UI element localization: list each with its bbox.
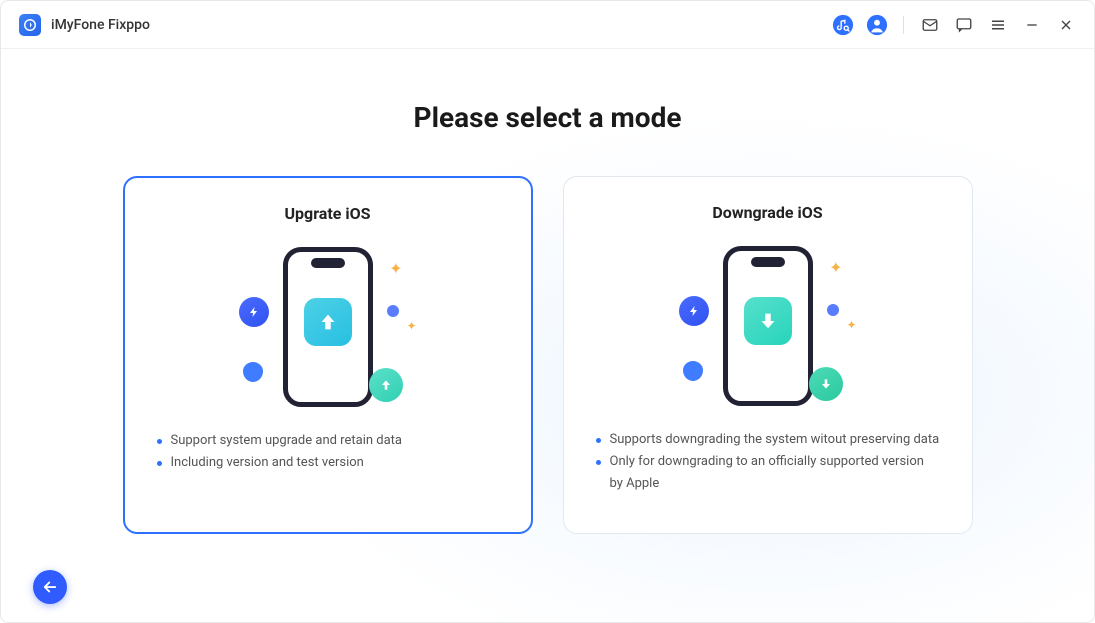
dot-icon — [827, 304, 839, 316]
minimize-button[interactable] — [1018, 11, 1046, 39]
arrow-down-icon — [744, 297, 792, 345]
dot-icon — [387, 305, 399, 317]
titlebar-actions — [829, 11, 1080, 39]
titlebar-divider — [903, 16, 904, 34]
bolt-icon — [239, 297, 269, 327]
card-title: Upgrate iOS — [285, 204, 371, 223]
main-content: Please select a mode Upgrate iOS ✦ ✦ — [1, 49, 1094, 622]
downgrade-illustration: ✦ ✦ — [673, 240, 863, 415]
sparkle-icon: ✦ — [829, 258, 842, 277]
upgrade-illustration: ✦ ✦ — [233, 241, 423, 416]
bullet-item: Supports downgrading the system witout p… — [596, 429, 940, 451]
card-title: Downgrade iOS — [712, 203, 822, 222]
card-bullets: Support system upgrade and retain data I… — [153, 430, 503, 474]
menu-icon[interactable] — [984, 11, 1012, 39]
sparkle-icon: ✦ — [406, 319, 416, 333]
titlebar: iMyFone Fixppo — [1, 1, 1094, 49]
titlebar-brand: iMyFone Fixppo — [19, 14, 150, 36]
card-bullets: Supports downgrading the system witout p… — [592, 429, 944, 495]
back-button[interactable] — [33, 570, 67, 604]
app-logo-icon — [19, 14, 41, 36]
bullet-item: Support system upgrade and retain data — [157, 430, 499, 452]
mail-icon[interactable] — [916, 11, 944, 39]
arrow-up-circle-icon — [369, 368, 403, 402]
sparkle-icon: ✦ — [846, 318, 856, 332]
close-button[interactable] — [1052, 11, 1080, 39]
sparkle-icon: ✦ — [389, 259, 402, 278]
downgrade-ios-card[interactable]: Downgrade iOS ✦ ✦ — [563, 176, 973, 534]
shield-icon — [683, 361, 703, 381]
feedback-icon[interactable] — [950, 11, 978, 39]
app-title: iMyFone Fixppo — [51, 17, 150, 33]
bullet-item: Only for downgrading to an officially su… — [596, 451, 940, 495]
upgrade-ios-card[interactable]: Upgrate iOS ✦ ✦ — [123, 176, 533, 534]
arrow-down-circle-icon — [809, 367, 843, 401]
mode-cards: Upgrate iOS ✦ ✦ — [123, 176, 973, 534]
arrow-up-icon — [304, 298, 352, 346]
bolt-icon — [679, 296, 709, 326]
page-title: Please select a mode — [414, 101, 682, 134]
bullet-item: Including version and test version — [157, 452, 499, 474]
account-icon[interactable] — [863, 11, 891, 39]
music-search-icon[interactable] — [829, 11, 857, 39]
app-window: iMyFone Fixppo — [0, 0, 1095, 623]
shield-icon — [243, 362, 263, 382]
